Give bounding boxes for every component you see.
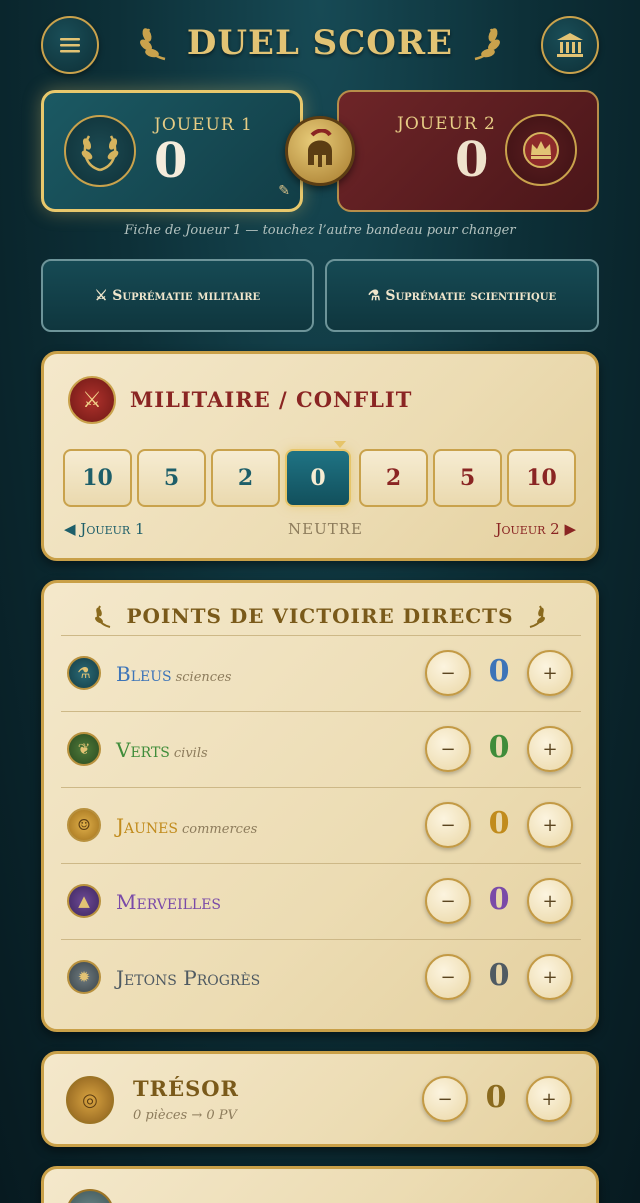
- vp-row-label: Bleus sciences: [116, 662, 232, 686]
- increment-button[interactable]: +: [527, 650, 573, 696]
- vp-row-label: Verts civils: [116, 738, 208, 762]
- decrement-button[interactable]: −: [422, 1076, 468, 1122]
- player-hint: Fiche de Joueur 1 — touchez l’autre band…: [124, 223, 516, 238]
- laurel-right-icon: [474, 28, 501, 61]
- vp-value: 0: [488, 730, 510, 765]
- menu-button[interactable]: [41, 16, 99, 74]
- track-cell-p1-5[interactable]: 5: [137, 449, 206, 507]
- vp-row-blue: ⚗ Bleus sciences − 0 +: [61, 635, 581, 711]
- increment-button[interactable]: +: [527, 954, 573, 1000]
- vp-value: 0: [488, 882, 510, 917]
- vp-value: 0: [488, 958, 510, 993]
- player1-card[interactable]: JOUEUR 1 0 ✎: [41, 90, 303, 212]
- track-marker: [334, 441, 346, 448]
- vp-value: 0: [488, 806, 510, 841]
- player2-emblem: [505, 114, 577, 186]
- track-cell-p2-2[interactable]: 2: [359, 449, 428, 507]
- vp-stepper-green: − 0 +: [425, 726, 573, 772]
- flask-icon: ⚗: [67, 656, 101, 690]
- progress-token-icon: ✹: [67, 960, 101, 994]
- hourglass-icon: [66, 1189, 114, 1203]
- vp-row-label: Jetons Progrès: [116, 966, 261, 990]
- vp-row-progress: ✹ Jetons Progrès − 0 +: [61, 939, 581, 1015]
- conflict-track: 10 5 2 0 2 5 10: [63, 441, 579, 509]
- vp-row-label: Jaunes commerces: [116, 814, 258, 838]
- victory-title-group: POINTS DE VICTOIRE DIRECTS: [44, 603, 596, 629]
- scientific-supremacy-button[interactable]: ⚗ Suprématie scientifique: [325, 259, 599, 332]
- player1-emblem: [64, 115, 136, 187]
- track-cell-neutral[interactable]: 0: [285, 449, 351, 507]
- track-cell-p1-10[interactable]: 10: [63, 449, 132, 507]
- military-supremacy-button[interactable]: ⚔ Suprématie militaire: [41, 259, 314, 332]
- title-group: DUEL SCORE: [130, 18, 510, 68]
- sword-icon: ⚔: [68, 376, 116, 424]
- laurel-right-icon: [529, 605, 545, 628]
- decrement-button[interactable]: −: [425, 878, 471, 924]
- laurel-wreath-icon: [81, 135, 119, 172]
- player2-card[interactable]: JOUEUR 2 0: [337, 90, 599, 212]
- treasury-subtitle: 0 pièces → 0 PV: [133, 1108, 237, 1123]
- victory-title: POINTS DE VICTOIRE DIRECTS: [126, 604, 514, 628]
- track-label-player2: Joueur 2 ▶: [495, 520, 577, 538]
- helmet-icon: [285, 116, 355, 186]
- museum-button[interactable]: [541, 16, 599, 74]
- treasury-stepper: − 0 +: [422, 1076, 572, 1124]
- player1-label: JOUEUR 1: [154, 115, 253, 135]
- vp-row-yellow: ☺ Jaunes commerces − 0 +: [61, 787, 581, 863]
- vp-stepper-blue: − 0 +: [425, 650, 573, 696]
- track-label-player1: ◀ Joueur 1: [64, 520, 145, 538]
- laurel-icon: ❦: [67, 732, 101, 766]
- player2-score: 0: [455, 132, 489, 188]
- increment-button[interactable]: +: [527, 802, 573, 848]
- vp-row-label: Merveilles: [116, 890, 222, 914]
- track-cell-p2-10[interactable]: 10: [507, 449, 576, 507]
- app-header: DUEL SCORE: [0, 0, 640, 90]
- player1-score: 0: [154, 133, 188, 189]
- victory-points-panel: POINTS DE VICTOIRE DIRECTS ⚗ Bleus scienc…: [41, 580, 599, 1032]
- treasury-title: TRÉSOR: [133, 1076, 239, 1101]
- pyramid-icon: ▲: [67, 884, 101, 918]
- laurel-left-icon: [139, 28, 166, 61]
- military-title: MILITAIRE / CONFLIT: [130, 387, 413, 412]
- menu-icon: [60, 38, 80, 53]
- laurel-left-icon: [95, 605, 111, 628]
- player2-label: JOUEUR 2: [397, 114, 496, 134]
- decrement-button[interactable]: −: [425, 802, 471, 848]
- vp-row-wonders: ▲ Merveilles − 0 +: [61, 863, 581, 939]
- military-panel: ⚔ MILITAIRE / CONFLIT 10 5 2 0 2 5 10 ◀ …: [41, 351, 599, 561]
- vp-stepper-yellow: − 0 +: [425, 802, 573, 848]
- track-label-neutral: NEUTRE: [288, 520, 363, 538]
- coin-icon: ☺: [67, 808, 101, 842]
- track-cell-p2-5[interactable]: 5: [433, 449, 502, 507]
- increment-button[interactable]: +: [527, 726, 573, 772]
- increment-button[interactable]: +: [527, 878, 573, 924]
- app-title: DUEL SCORE: [186, 23, 454, 63]
- decrement-button[interactable]: −: [425, 726, 471, 772]
- decrement-button[interactable]: −: [425, 650, 471, 696]
- increment-button[interactable]: +: [526, 1076, 572, 1122]
- museum-icon: [557, 33, 583, 57]
- treasury-value: 0: [485, 1080, 507, 1115]
- vp-value: 0: [488, 654, 510, 689]
- track-cell-p1-2[interactable]: 2: [211, 449, 280, 507]
- edit-icon[interactable]: ✎: [278, 183, 290, 199]
- crown-shield-icon: [523, 132, 559, 168]
- vp-stepper-progress: − 0 +: [425, 954, 573, 1000]
- treasury-panel: ◎ TRÉSOR 0 pièces → 0 PV − 0 +: [41, 1051, 599, 1147]
- vp-row-green: ❦ Verts civils − 0 +: [61, 711, 581, 787]
- coins-icon: ◎: [66, 1076, 114, 1124]
- vp-stepper-wonders: − 0 +: [425, 878, 573, 924]
- decrement-button[interactable]: −: [425, 954, 471, 1000]
- next-panel: [41, 1166, 599, 1203]
